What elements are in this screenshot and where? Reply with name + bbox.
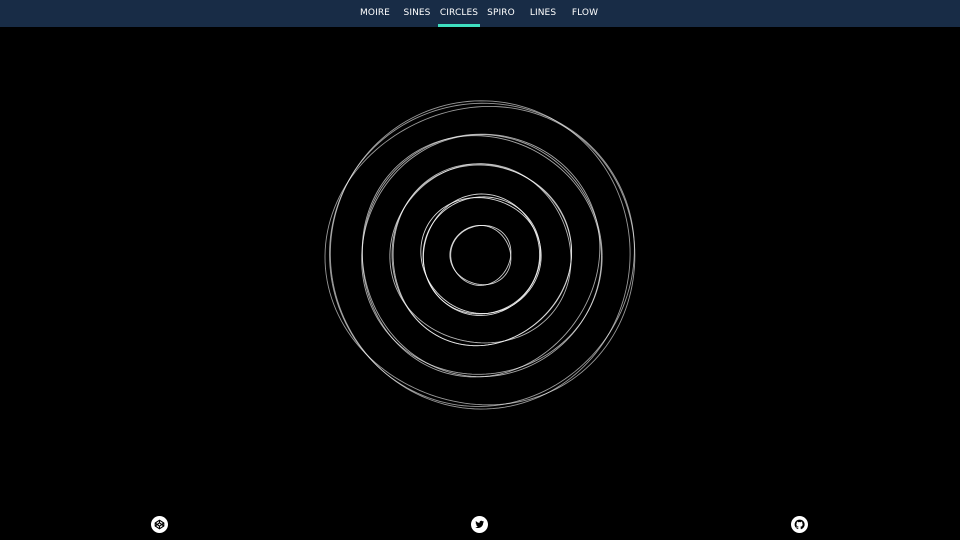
ring-stroke-3-1 [361,134,603,375]
codepen-icon [154,519,165,530]
nav-tab-circles[interactable]: CIRCLES [438,0,480,27]
github-icon [794,519,805,530]
drawing-canvas[interactable] [0,27,960,540]
nav-menu: MOIRE SINES CIRCLES SPIRO LINES FLOW [0,0,960,27]
ring-stroke-0-0 [450,224,512,286]
nav-tab-spiro[interactable]: SPIRO [484,0,518,27]
twitter-link[interactable] [471,516,488,533]
github-link[interactable] [791,516,808,533]
nav-tab-flow[interactable]: FLOW [567,0,603,27]
nav-tab-moire[interactable]: MOIRE [356,0,394,27]
nav-tab-sines[interactable]: SINES [399,0,435,27]
nav-tab-lines[interactable]: LINES [527,0,559,27]
twitter-icon [475,520,484,528]
top-navigation-bar: MOIRE SINES CIRCLES SPIRO LINES FLOW [0,0,960,27]
codepen-link[interactable] [151,516,168,533]
concentric-circles-artwork [324,100,636,410]
